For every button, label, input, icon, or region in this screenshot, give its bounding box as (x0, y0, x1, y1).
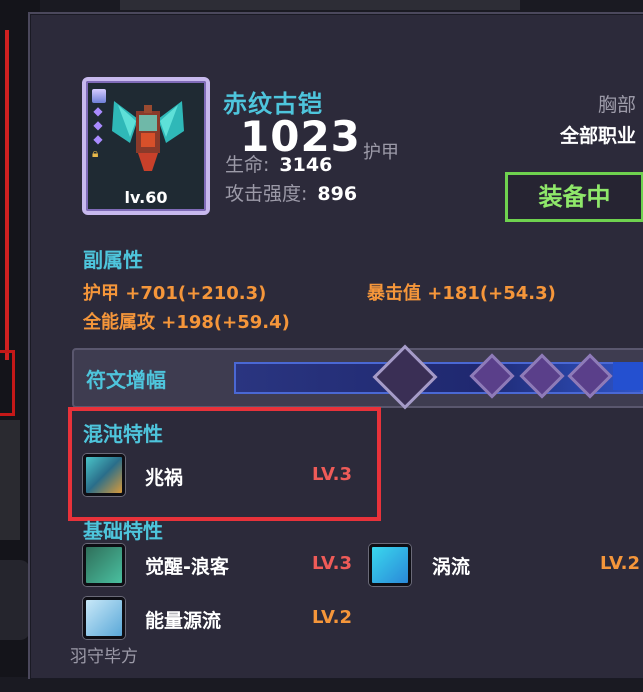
skill-awaken-icon[interactable] (83, 544, 125, 586)
background-decoration (0, 560, 30, 640)
skill-level: LV.3 (312, 553, 352, 574)
rune-gem-icon[interactable] (519, 353, 565, 399)
item-tooltip-panel: ◆ ◆ ◆ 🔒︎ lv.60 赤纹古铠 1023 护甲 生命: 3146 攻击强… (28, 12, 643, 679)
armor-unit: 护甲 (363, 142, 399, 163)
diamond-gem-icon: ◆ (93, 104, 103, 118)
secondary-attributes-title: 副属性 (83, 248, 143, 272)
lock-icon: 🔒︎ (92, 146, 99, 160)
basic-traits-title: 基础特性 (83, 519, 163, 543)
job-requirement: 全部职业 (559, 125, 636, 147)
rune-label: 符文增幅 (86, 368, 166, 392)
gem-slots: ◆ ◆ ◆ 🔒︎ (92, 89, 106, 159)
chaos-traits-title: 混沌特性 (83, 422, 163, 446)
red-line (5, 30, 9, 360)
rune-gem-icon[interactable] (567, 353, 613, 399)
stat-label: 生命: (225, 154, 270, 176)
tooltip-content: ◆ ◆ ◆ 🔒︎ lv.60 赤纹古铠 1023 护甲 生命: 3146 攻击强… (50, 32, 643, 692)
item-icon-frame[interactable]: ◆ ◆ ◆ 🔒︎ lv.60 (82, 77, 210, 215)
top-tabs-background (120, 0, 520, 10)
stat-value: 3146 (279, 154, 333, 176)
rune-slot-icon[interactable] (372, 344, 438, 410)
attribute-all-damage: 全能属攻 +198(+59.4) (83, 312, 290, 333)
item-level: lv.60 (124, 188, 168, 207)
chaos-skill-name: 兆祸 (145, 467, 184, 489)
skill-level: LV.2 (600, 553, 640, 574)
skill-name: 涡流 (432, 556, 471, 578)
rune-gem-icon[interactable] (469, 353, 515, 399)
skill-level: LV.2 (312, 607, 352, 628)
skill-name: 觉醒-浪客 (145, 556, 229, 578)
red-frame (0, 350, 15, 416)
equipped-badge: 装备中 (505, 172, 643, 222)
stat-value: 896 (317, 183, 358, 205)
skill-energy-icon[interactable] (83, 597, 125, 639)
equipment-slot: 胸部 (597, 94, 636, 116)
chaos-skill-level: LV.3 (312, 464, 352, 485)
socket-gem-icon (92, 89, 106, 103)
set-name: 羽守毕方 (70, 647, 138, 667)
skill-name: 能量源流 (145, 610, 222, 632)
skill-vortex-icon[interactable] (369, 544, 411, 586)
background-block (0, 420, 20, 540)
stat-hp: 生命: 3146 (225, 150, 332, 177)
stat-attack: 攻击强度: 896 (225, 179, 357, 206)
rune-amplify-bar[interactable]: 符文增幅 (72, 344, 643, 410)
diamond-gem-icon: ◆ (93, 132, 103, 146)
stat-label: 攻击强度: (225, 183, 308, 205)
rune-track (234, 344, 643, 410)
diamond-gem-icon: ◆ (93, 118, 103, 132)
rune-bar-end (613, 362, 643, 390)
chaos-skill-icon[interactable] (83, 454, 125, 496)
attribute-armor: 护甲 +701(+210.3) (83, 283, 267, 304)
armor-icon (112, 101, 184, 171)
attribute-crit: 暴击值 +181(+54.3) (367, 283, 556, 304)
